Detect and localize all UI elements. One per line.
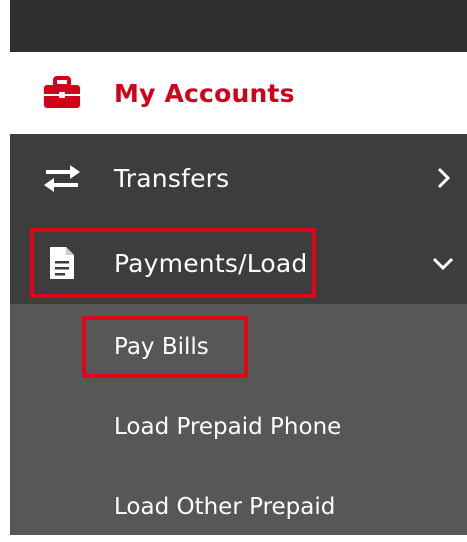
submenu-item-label: Load Prepaid Phone xyxy=(114,414,342,440)
highlight-box-pay-bills xyxy=(82,316,248,378)
submenu-item-load-other-prepaid[interactable]: Load Other Prepaid xyxy=(10,472,467,542)
menu-item-label: Transfers xyxy=(114,163,230,193)
transfer-arrows-icon xyxy=(40,158,84,198)
menu-item-transfers[interactable]: Transfers xyxy=(10,134,467,222)
chevron-down-icon[interactable] xyxy=(431,251,455,275)
highlight-box-payments xyxy=(30,228,316,298)
menu-item-label: My Accounts xyxy=(114,78,295,108)
menu-top-bar xyxy=(10,0,467,52)
submenu-item-label: Load Other Prepaid xyxy=(114,494,336,520)
navigation-menu: My Accounts Transfers Payments/Load Pay … xyxy=(10,0,467,535)
submenu-item-load-prepaid-phone[interactable]: Load Prepaid Phone xyxy=(10,392,467,462)
chevron-right-icon[interactable] xyxy=(431,166,455,190)
menu-item-my-accounts[interactable]: My Accounts xyxy=(10,52,467,134)
briefcase-icon xyxy=(40,73,84,113)
